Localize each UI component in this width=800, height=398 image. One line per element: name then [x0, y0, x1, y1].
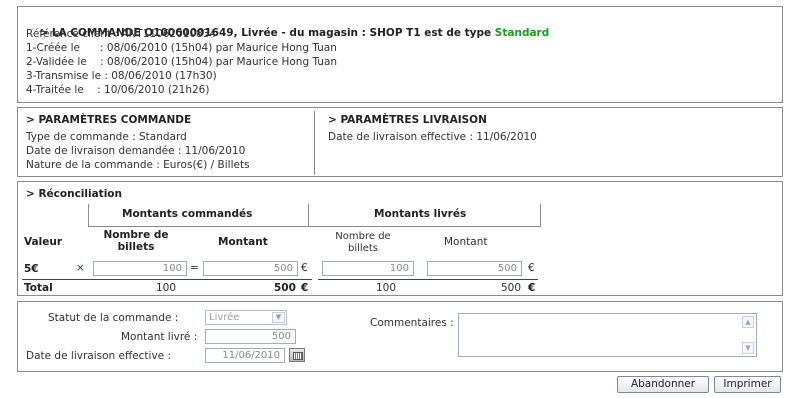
total-nb-billets: 100 — [156, 282, 177, 294]
chevron-down-icon: ▼ — [272, 312, 285, 323]
order-step-created: 1-Créée le : 08/06/2010 (15h04) par Maur… — [26, 42, 337, 54]
reconciliation-panel: > Réconciliation Montants commandés Mont… — [17, 181, 783, 296]
order-type-badge: Standard — [494, 26, 550, 39]
date-livraison-label: Date de livraison effective : — [26, 350, 172, 362]
col-valeur-header: Valeur — [24, 236, 63, 248]
abandon-button[interactable]: Abandonner — [617, 376, 709, 393]
scroll-down-icon[interactable]: ▼ — [742, 342, 754, 354]
params-commande-nature: Nature de la commande : Euros(€) / Bille… — [26, 159, 250, 171]
row-equals-sign: = — [190, 262, 199, 274]
col-nb-billets-livres-header: Nombre de billets — [335, 231, 391, 254]
order-step-transmitted: 3-Transmise le : 08/06/2010 (17h30) — [26, 70, 217, 82]
params-divider — [314, 111, 315, 175]
statut-label: Statut de la commande : — [48, 312, 179, 324]
statut-select-value: Livrée — [209, 312, 240, 323]
print-button[interactable]: Imprimer — [714, 376, 781, 393]
delivery-form-panel: Statut de la commande : Livrée ▼ Montant… — [17, 301, 783, 372]
calendar-icon[interactable] — [289, 348, 305, 362]
col-montant-header: Montant — [218, 236, 268, 248]
statut-select[interactable]: Livrée ▼ — [205, 310, 287, 325]
row-times-sign: × — [76, 262, 85, 274]
comments-label: Commentaires : — [370, 317, 454, 329]
total-nb-billets-livres: 100 — [376, 282, 397, 294]
order-step-validated: 2-Validée le : 08/06/2010 (15h04) par Ma… — [26, 56, 338, 68]
total-currency: € — [301, 282, 309, 294]
total-currency-livres: € — [528, 282, 536, 294]
params-livraison-effective-date: Date de livraison effective : 11/06/2010 — [328, 131, 537, 143]
total-rule-2 — [318, 279, 538, 280]
group-sep-2 — [308, 204, 309, 226]
montant-livre-input[interactable]: 500 — [205, 329, 296, 344]
comments-textarea[interactable]: ▲ ▼ — [458, 313, 757, 357]
group-delivered-header: Montants livrés — [374, 208, 467, 220]
row-currency-livres: € — [528, 262, 535, 274]
group-underline — [88, 226, 541, 227]
params-commande-type: Type de commande : Standard — [26, 131, 187, 143]
params-commande-title: > PARAMÈTRES COMMANDE — [26, 114, 192, 126]
params-commande-requested-date: Date de livraison demandée : 11/06/2010 — [26, 145, 246, 157]
total-montant: 500 — [274, 282, 296, 294]
montant-delivered-input[interactable]: 500 — [427, 261, 522, 276]
total-label: Total — [24, 282, 53, 294]
params-livraison-title: > PARAMÈTRES LIVRAISON — [328, 114, 487, 126]
order-step-processed: 4-Traitée le : 10/06/2010 (21h26) — [26, 84, 210, 96]
nb-billets-ordered-input[interactable]: 100 — [93, 261, 187, 276]
montant-livre-label: Montant livré : — [121, 331, 198, 343]
order-summary-panel: > LA COMMANDE O10060001649, Livrée - du … — [17, 6, 783, 103]
total-montant-livres: 500 — [501, 282, 522, 294]
group-sep-1 — [88, 204, 89, 226]
total-rule-1 — [22, 279, 312, 280]
col-montant-livres-header: Montant — [444, 236, 488, 248]
row-currency: € — [301, 262, 308, 274]
col-nb-billets-header: Nombre de billets — [103, 229, 169, 253]
montant-ordered-input[interactable]: 500 — [203, 261, 298, 276]
row-valeur: 5€ — [24, 263, 39, 275]
date-livraison-input[interactable]: 11/06/2010 — [205, 348, 285, 363]
client-reference: Référence client : ANT11062010834 — [26, 28, 217, 40]
group-sep-3 — [540, 204, 541, 226]
scroll-up-icon[interactable]: ▲ — [742, 316, 754, 328]
parameters-panel: > PARAMÈTRES COMMANDE Type de commande :… — [17, 107, 783, 177]
reconciliation-title: > Réconciliation — [26, 188, 122, 200]
group-ordered-header: Montants commandés — [122, 208, 253, 220]
nb-billets-delivered-input[interactable]: 100 — [322, 261, 414, 276]
